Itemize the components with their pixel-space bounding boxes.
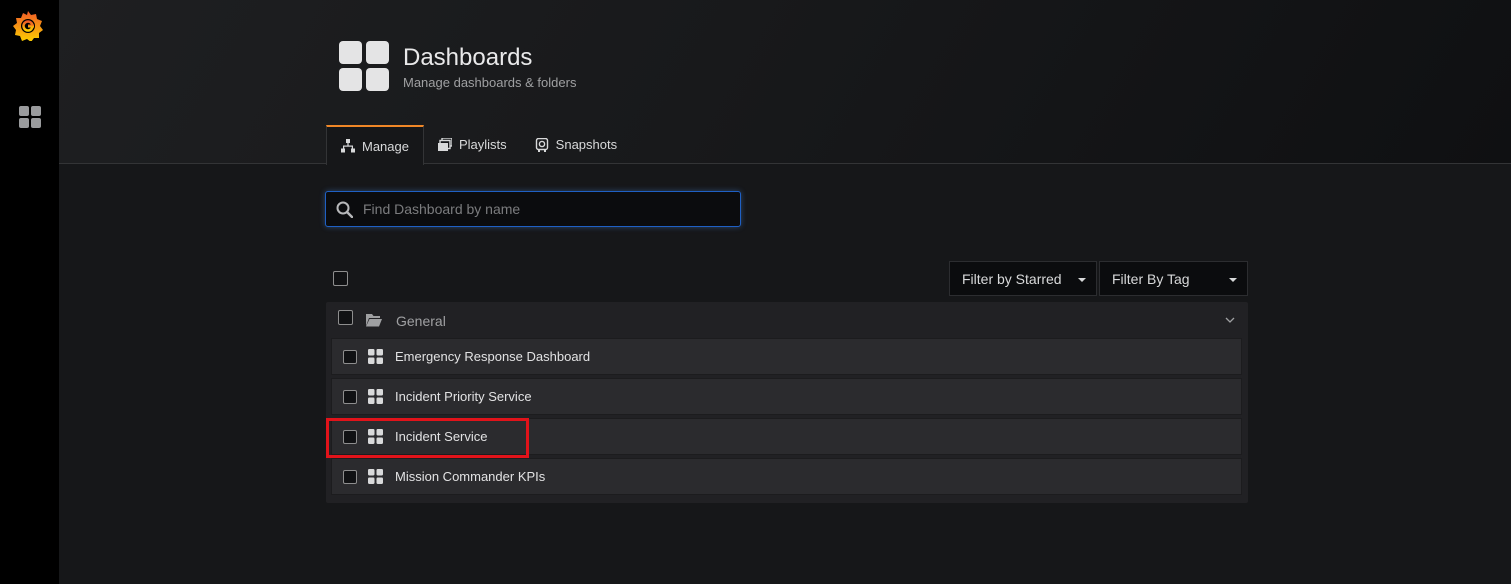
dashboard-grid-icon xyxy=(368,469,383,484)
page-header: Dashboards Manage dashboards & folders M… xyxy=(59,0,1511,165)
page-title: Dashboards xyxy=(403,44,533,71)
page-subtitle: Manage dashboards & folders xyxy=(403,75,577,90)
tab-playlists[interactable]: Playlists xyxy=(424,125,521,164)
dashboard-grid-icon xyxy=(368,349,383,364)
dashboard-checkbox[interactable] xyxy=(343,349,357,364)
dashboard-title[interactable]: Mission Commander KPIs xyxy=(395,469,545,484)
dashboard-row[interactable]: Incident Service xyxy=(331,418,1242,455)
filter-by-starred-select[interactable]: Filter by Starred xyxy=(949,261,1097,296)
folder-open-icon xyxy=(366,314,382,327)
dashboard-title[interactable]: Emergency Response Dashboard xyxy=(395,349,590,364)
grafana-logo-icon[interactable] xyxy=(12,9,44,41)
dashboard-title[interactable]: Incident Service xyxy=(395,429,488,444)
tab-bar: Manage Playlists Snapshots xyxy=(326,125,631,165)
dashboard-row[interactable]: Emergency Response Dashboard xyxy=(331,338,1242,375)
dashboard-title[interactable]: Incident Priority Service xyxy=(395,389,532,404)
dashboard-grid-icon xyxy=(368,389,383,404)
folder-header[interactable]: General xyxy=(326,302,1248,338)
dashboards-grid-icon xyxy=(339,41,389,91)
dashboard-checkbox[interactable] xyxy=(343,389,357,404)
sidebar xyxy=(0,0,59,584)
search-input[interactable] xyxy=(363,201,723,217)
playlist-icon xyxy=(437,137,452,151)
caret-down-icon xyxy=(1229,278,1237,282)
dashboard-row[interactable]: Incident Priority Service xyxy=(331,378,1242,415)
folder-name: General xyxy=(396,313,446,329)
dashboards-grid-icon[interactable] xyxy=(19,106,41,128)
dashboard-checkbox[interactable] xyxy=(343,429,357,444)
tab-label: Playlists xyxy=(458,137,507,152)
chevron-down-icon[interactable] xyxy=(1224,314,1236,326)
dashboard-row[interactable]: Mission Commander KPIs xyxy=(331,458,1242,495)
tab-manage[interactable]: Manage xyxy=(326,125,424,165)
filter-tag-label: Filter By Tag xyxy=(1112,270,1190,287)
caret-down-icon xyxy=(1078,278,1086,282)
tab-label: Manage xyxy=(362,138,409,154)
tab-snapshots[interactable]: Snapshots xyxy=(521,125,631,164)
folder-general: General Emergency Response Dashboard Inc… xyxy=(326,302,1248,503)
folder-checkbox[interactable] xyxy=(338,310,353,325)
filter-by-tag-select[interactable]: Filter By Tag xyxy=(1099,261,1248,296)
select-all-checkbox[interactable] xyxy=(333,271,348,286)
sitemap-icon xyxy=(341,139,355,153)
search-icon xyxy=(336,201,353,218)
camera-icon xyxy=(535,137,548,152)
dashboard-checkbox[interactable] xyxy=(343,469,357,484)
dashboard-search xyxy=(325,191,741,227)
tab-label: Snapshots xyxy=(555,137,618,152)
filter-starred-label: Filter by Starred xyxy=(962,270,1062,287)
dashboard-grid-icon xyxy=(368,429,383,444)
